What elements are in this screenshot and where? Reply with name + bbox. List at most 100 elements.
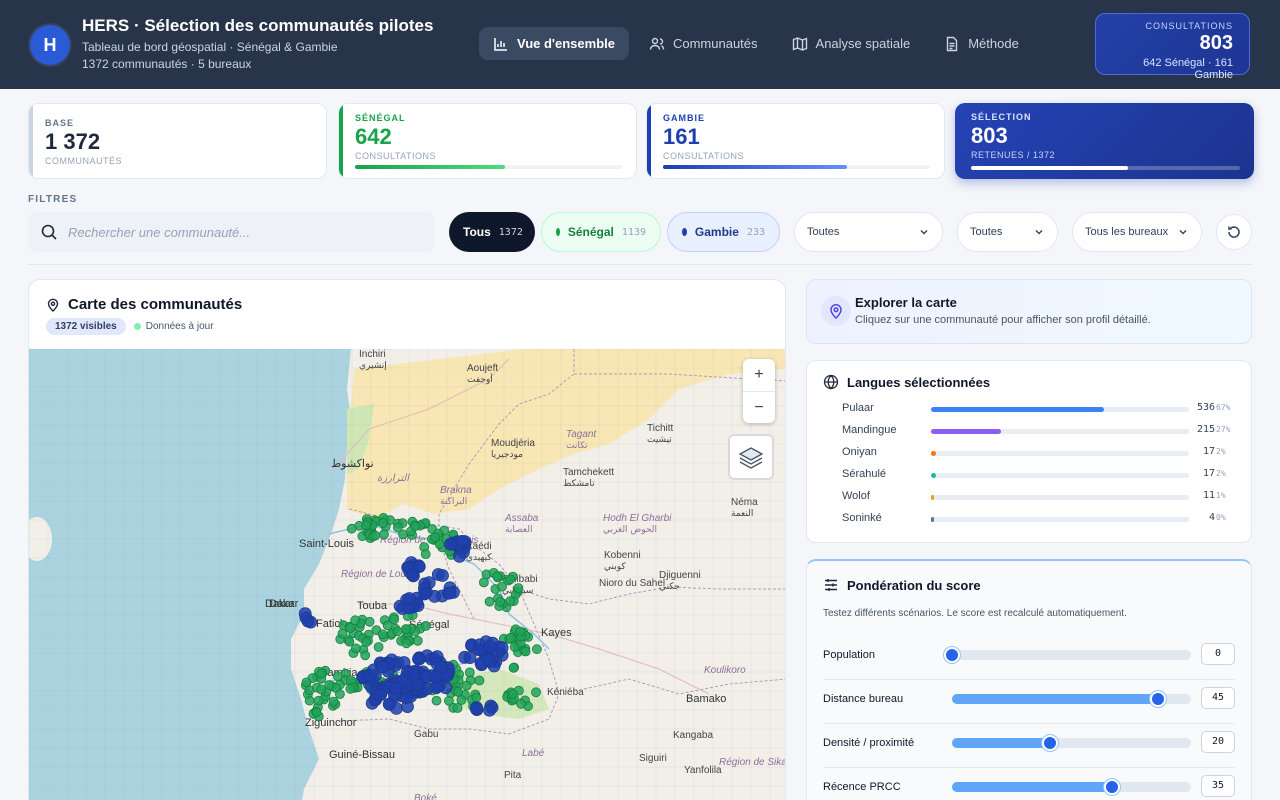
weight-slider-thumb[interactable]	[1104, 779, 1121, 795]
weight-value-input[interactable]: 35	[1201, 775, 1235, 797]
community-marker[interactable]	[345, 623, 356, 633]
community-marker[interactable]	[505, 596, 516, 607]
community-marker[interactable]	[316, 684, 327, 695]
community-marker[interactable]	[431, 695, 442, 706]
community-marker[interactable]	[463, 651, 477, 665]
zoom-in-button[interactable]: +	[743, 359, 775, 391]
weight-slider-thumb[interactable]	[1041, 735, 1058, 751]
community-marker[interactable]	[469, 702, 483, 716]
community-marker[interactable]	[377, 629, 388, 640]
community-marker[interactable]	[350, 643, 361, 654]
community-marker[interactable]	[481, 653, 495, 667]
community-marker[interactable]	[389, 614, 400, 625]
search-input[interactable]	[68, 224, 408, 240]
community-marker[interactable]	[392, 626, 403, 637]
tab-method[interactable]: Méthode	[930, 27, 1033, 60]
community-marker[interactable]	[412, 560, 426, 574]
community-marker[interactable]	[298, 607, 312, 621]
community-marker[interactable]	[412, 635, 423, 646]
community-marker[interactable]	[483, 640, 497, 654]
community-marker[interactable]	[453, 686, 463, 697]
filter-select-2[interactable]: Toutes	[957, 212, 1058, 252]
community-marker[interactable]	[516, 698, 526, 709]
community-marker[interactable]	[461, 680, 472, 691]
weight-value-input[interactable]: 45	[1201, 687, 1235, 709]
layers-button[interactable]	[728, 434, 774, 480]
community-marker[interactable]	[453, 549, 466, 563]
community-marker[interactable]	[316, 668, 327, 679]
community-marker[interactable]	[464, 667, 475, 678]
community-marker[interactable]	[484, 596, 495, 607]
weight-value-input[interactable]: 20	[1201, 731, 1235, 753]
community-marker[interactable]	[361, 637, 372, 648]
community-marker[interactable]	[495, 596, 506, 607]
community-marker[interactable]	[505, 574, 516, 585]
community-marker[interactable]	[492, 571, 502, 582]
community-marker[interactable]	[301, 677, 312, 688]
community-marker[interactable]	[304, 695, 315, 706]
community-marker[interactable]	[334, 689, 345, 700]
community-marker[interactable]	[360, 650, 371, 661]
community-marker[interactable]	[337, 628, 348, 639]
community-marker[interactable]	[402, 592, 416, 605]
community-marker[interactable]	[373, 642, 384, 652]
weight-slider[interactable]	[952, 782, 1191, 792]
community-marker[interactable]	[389, 681, 403, 695]
community-marker[interactable]	[379, 529, 389, 540]
community-marker[interactable]	[452, 703, 463, 713]
community-marker[interactable]	[364, 616, 375, 627]
community-marker[interactable]	[346, 523, 357, 534]
community-marker[interactable]	[456, 695, 467, 705]
weight-slider[interactable]	[952, 650, 1191, 660]
filter-select-office[interactable]: Tous les bureaux	[1072, 212, 1202, 252]
community-marker[interactable]	[478, 577, 489, 588]
community-marker[interactable]	[401, 624, 411, 634]
community-marker[interactable]	[401, 638, 412, 649]
community-marker[interactable]	[444, 537, 457, 551]
community-marker[interactable]	[332, 671, 343, 682]
community-marker[interactable]	[429, 670, 443, 684]
community-marker[interactable]	[392, 522, 403, 533]
community-marker[interactable]	[376, 660, 390, 674]
community-marker[interactable]	[407, 668, 420, 682]
community-marker[interactable]	[350, 615, 361, 626]
weight-slider-thumb[interactable]	[1149, 691, 1166, 707]
community-marker[interactable]	[508, 662, 519, 673]
zoom-out-button[interactable]: −	[743, 391, 775, 423]
community-marker[interactable]	[328, 696, 339, 707]
reset-filters-button[interactable]	[1216, 214, 1252, 250]
weight-slider-thumb[interactable]	[944, 647, 960, 663]
community-marker[interactable]	[520, 646, 531, 657]
community-marker[interactable]	[471, 692, 482, 703]
community-marker[interactable]	[483, 703, 496, 717]
filter-pill-gambia[interactable]: Gambie 233	[667, 212, 780, 252]
tab-communities[interactable]: Communautés	[635, 27, 772, 60]
community-marker[interactable]	[531, 644, 542, 655]
community-marker[interactable]	[436, 569, 449, 582]
community-marker[interactable]	[412, 652, 425, 666]
filter-select-1[interactable]: Toutes	[794, 212, 943, 252]
filter-pill-senegal[interactable]: Sénégal 1139	[541, 212, 661, 252]
community-marker[interactable]	[374, 688, 388, 702]
community-marker[interactable]	[531, 687, 541, 698]
community-marker[interactable]	[410, 521, 421, 532]
map-canvas[interactable]: Inchiriإنشيري Aoujeftأوجفت Moudjériaمودجير…	[29, 349, 786, 800]
community-marker[interactable]	[420, 620, 431, 631]
community-marker[interactable]	[455, 534, 469, 548]
community-marker[interactable]	[507, 689, 518, 700]
community-marker[interactable]	[378, 518, 389, 529]
community-marker[interactable]	[443, 586, 457, 600]
community-marker[interactable]	[370, 530, 381, 541]
weight-value-input[interactable]: 0	[1201, 643, 1235, 665]
community-marker[interactable]	[420, 549, 431, 560]
community-marker[interactable]	[474, 675, 485, 686]
community-marker[interactable]	[513, 583, 524, 594]
community-marker[interactable]	[505, 632, 516, 643]
community-marker[interactable]	[430, 532, 441, 543]
community-marker[interactable]	[361, 520, 372, 531]
community-marker[interactable]	[495, 641, 509, 655]
community-marker[interactable]	[345, 683, 356, 694]
tab-spatial-analysis[interactable]: Analyse spatiale	[778, 27, 925, 60]
community-marker[interactable]	[311, 707, 322, 718]
filter-pill-all[interactable]: Tous 1372	[449, 212, 535, 252]
